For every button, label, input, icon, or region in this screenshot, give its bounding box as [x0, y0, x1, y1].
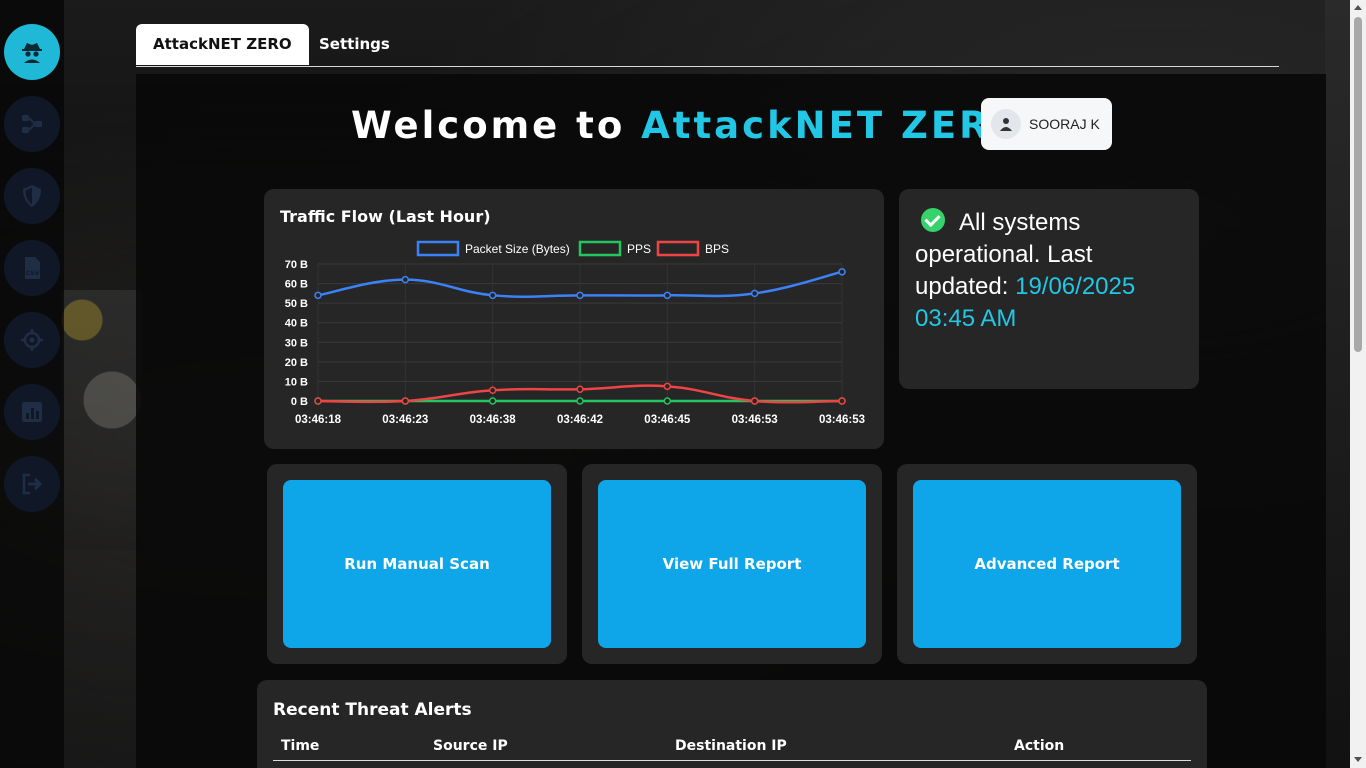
alerts-table-header: Time Source IP Destination IP Action — [273, 738, 1191, 761]
recent-threat-alerts-card: Recent Threat Alerts Time Source IP Dest… — [257, 680, 1207, 768]
y-tick-label: 30 B — [285, 337, 308, 349]
data-point — [488, 291, 497, 300]
check-circle-icon — [921, 208, 945, 232]
legend-label: BPS — [705, 242, 729, 256]
column-header-destination-ip[interactable]: Destination IP — [675, 738, 787, 754]
y-tick-label: 50 B — [285, 298, 308, 310]
action-card-scan: Run Manual Scan — [267, 464, 567, 664]
y-tick-label: 10 B — [285, 376, 308, 388]
user-name: SOORAJ K — [1029, 116, 1100, 132]
user-icon — [991, 109, 1021, 139]
traffic-flow-chart: 70 B 60 B 50 B 40 B 30 B 20 B 10 B 0 B 03:46:18 0… — [285, 240, 865, 426]
sidebar-item-network[interactable] — [4, 96, 60, 152]
sidebar-item-home[interactable] — [4, 24, 60, 80]
tab-attacknet-zero[interactable]: AttackNET ZERO — [136, 24, 309, 65]
scrollbar-thumb[interactable] — [1354, 17, 1362, 352]
system-status-card: All systems operational. Last updated: 1… — [899, 189, 1199, 389]
y-tick-label: 70 B — [285, 259, 308, 271]
legend-label: PPS — [627, 242, 651, 256]
tab-settings[interactable]: Settings — [302, 24, 407, 65]
y-tick-label: 60 B — [285, 279, 308, 291]
x-tick-label: 03:46:45 — [644, 414, 691, 426]
x-tick-label: 03:46:23 — [382, 414, 428, 426]
data-point — [838, 397, 846, 405]
data-point — [576, 385, 584, 394]
crosshair-icon — [21, 329, 43, 351]
page-title: Welcome to AttackNET ZERO — [351, 104, 1025, 147]
data-point — [314, 397, 322, 405]
sidebar-item-reports[interactable] — [4, 384, 60, 440]
shield-icon — [23, 185, 41, 207]
sidebar-item-csv[interactable]: CSV — [4, 240, 60, 296]
network-icon — [22, 115, 42, 133]
x-tick-label: 03:46:38 — [470, 414, 517, 426]
data-point — [488, 386, 497, 394]
sidebar-item-shield[interactable] — [4, 168, 60, 224]
data-point — [488, 397, 497, 405]
alerts-title: Recent Threat Alerts — [273, 700, 472, 720]
welcome-prefix: Welcome to — [351, 104, 626, 147]
data-point — [838, 268, 846, 276]
action-card-full-report: View Full Report — [582, 464, 882, 664]
data-point — [576, 397, 584, 405]
y-tick-label: 0 B — [291, 396, 308, 408]
x-tick-label: 03:46:53 — [819, 414, 865, 426]
x-tick-label: 03:46:18 — [295, 414, 342, 426]
legend-label: Packet Size (Bytes) — [465, 242, 570, 256]
chart-icon — [22, 402, 42, 422]
action-card-advanced-report: Advanced Report — [897, 464, 1197, 664]
x-tick-label: 03:46:42 — [557, 414, 603, 426]
status-text: All systems operational. Last updated: 1… — [915, 207, 1175, 335]
data-point — [663, 382, 672, 391]
column-header-source-ip[interactable]: Source IP — [433, 738, 508, 754]
csv-file-icon: CSV — [25, 257, 40, 279]
run-manual-scan-button[interactable]: Run Manual Scan — [283, 480, 551, 648]
tab-bar: AttackNET ZERO Settings — [136, 24, 1279, 67]
data-point — [750, 289, 759, 298]
user-profile-button[interactable]: SOORAJ K — [981, 98, 1112, 150]
data-point — [401, 397, 410, 405]
logout-icon — [22, 473, 43, 495]
data-point — [663, 397, 672, 405]
legend-swatch — [416, 240, 460, 257]
legend-swatch — [656, 240, 700, 257]
brand-name: AttackNET ZERO — [641, 104, 1026, 147]
advanced-report-button[interactable]: Advanced Report — [913, 480, 1181, 648]
view-full-report-button[interactable]: View Full Report — [598, 480, 866, 648]
y-tick-label: 40 B — [285, 318, 308, 330]
data-point — [401, 275, 410, 284]
data-point — [663, 291, 672, 300]
legend-swatch — [578, 240, 622, 257]
scroll-up-arrow-icon[interactable] — [1354, 5, 1362, 10]
background-photo — [62, 290, 142, 550]
scroll-down-arrow-icon[interactable] — [1354, 757, 1362, 762]
column-header-action[interactable]: Action — [1014, 738, 1064, 754]
page-scrollbar[interactable] — [1350, 0, 1366, 768]
data-point — [576, 291, 584, 300]
data-point — [750, 397, 759, 405]
sidebar: CSV — [0, 0, 64, 768]
traffic-flow-card: Traffic Flow (Last Hour) 70 B 60 B 50 B 40 … — [264, 189, 884, 449]
sidebar-item-logout[interactable] — [4, 456, 60, 512]
x-tick-label: 03:46:53 — [732, 414, 778, 426]
data-point — [314, 291, 322, 300]
column-header-time[interactable]: Time — [281, 738, 319, 754]
y-tick-label: 20 B — [285, 357, 308, 369]
svg-text:CSV: CSV — [26, 270, 40, 277]
sidebar-item-target[interactable] — [4, 312, 60, 368]
spy-icon — [22, 43, 42, 63]
